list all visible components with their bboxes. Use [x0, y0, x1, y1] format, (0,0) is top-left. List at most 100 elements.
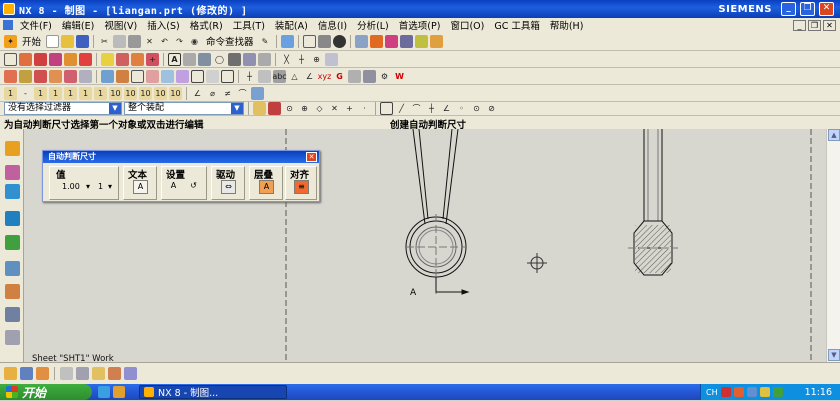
- assembly-navigator-icon[interactable]: [5, 141, 20, 156]
- select-icon[interactable]: [4, 367, 17, 380]
- snap-endpoint-icon[interactable]: [268, 102, 281, 115]
- part-navigator-icon[interactable]: [5, 184, 20, 199]
- base-view-icon[interactable]: [19, 52, 32, 66]
- gear-icon[interactable]: ⚙: [378, 70, 391, 83]
- dim-dash-icon[interactable]: -: [19, 87, 32, 100]
- symbol-icon[interactable]: [116, 69, 129, 83]
- style-button[interactable]: A: [166, 180, 181, 194]
- process-studio-icon[interactable]: [5, 307, 20, 322]
- target-point-icon[interactable]: [146, 69, 159, 83]
- angle-icon[interactable]: ∠: [303, 70, 316, 83]
- rod-front-view[interactable]: [405, 129, 470, 295]
- web-browser-icon[interactable]: [5, 211, 20, 226]
- minimize-button[interactable]: _: [781, 2, 796, 16]
- reset-button[interactable]: ↺: [186, 180, 201, 194]
- datum-icon[interactable]: [198, 52, 211, 66]
- note-icon[interactable]: A: [168, 52, 181, 66]
- dim-radius-icon[interactable]: ⌒: [236, 87, 249, 100]
- table-icon[interactable]: [258, 52, 271, 66]
- balloon-icon[interactable]: ◯: [213, 53, 226, 66]
- menu-tools[interactable]: 工具(T): [228, 18, 270, 32]
- view-boundary-icon[interactable]: [116, 52, 129, 66]
- select-all-icon[interactable]: [253, 102, 266, 115]
- new-file-icon[interactable]: [46, 34, 60, 48]
- antivirus-icon[interactable]: [720, 387, 731, 397]
- driving-button[interactable]: ⇔: [221, 180, 236, 194]
- mdi-minimize-button[interactable]: _: [793, 19, 806, 31]
- save-icon[interactable]: [76, 34, 90, 48]
- paste-icon[interactable]: [128, 34, 142, 48]
- system-materials-icon[interactable]: [5, 284, 20, 299]
- dim-chamfer-icon[interactable]: ≠: [221, 87, 234, 100]
- view-icon[interactable]: [20, 367, 33, 380]
- scroll-down-icon[interactable]: ▼: [828, 349, 840, 361]
- taskbar-item-nx[interactable]: NX 8 - 制图...: [139, 385, 287, 399]
- menu-assembly[interactable]: 装配(A): [270, 18, 313, 32]
- tolerance-dropdown[interactable]: 1: [98, 182, 103, 191]
- dim-fit-k7-icon[interactable]: 10: [139, 86, 152, 100]
- dim-fit-h7-icon[interactable]: 10: [109, 86, 122, 100]
- snap-existing-icon[interactable]: +: [343, 102, 356, 115]
- volume-icon[interactable]: [759, 387, 770, 397]
- menu-help[interactable]: 帮助(H): [545, 18, 589, 32]
- nx-menu-icon[interactable]: [3, 20, 13, 30]
- projected-view-icon[interactable]: [34, 52, 47, 66]
- select-curve-icon[interactable]: ⌒: [410, 102, 423, 115]
- nx-web-icon[interactable]: W: [393, 70, 406, 83]
- reset-icon[interactable]: G: [333, 70, 346, 83]
- selection-filter-dropdown[interactable]: 没有选择过滤器 ▼: [4, 102, 122, 115]
- graphics-window[interactable]: A 自动判断尺寸 ✕ 值 1.00 ▾ 1 ▾ 文本 A 设置 A ↺ 驱动 ⇔…: [24, 129, 826, 362]
- update-icon[interactable]: [733, 387, 744, 397]
- offset-icon[interactable]: [64, 69, 77, 83]
- network-icon[interactable]: [746, 387, 757, 397]
- snap-quadrant-icon[interactable]: ◇: [313, 102, 326, 115]
- fillet-icon[interactable]: [34, 69, 47, 83]
- dim-tolerance-1-icon[interactable]: 1: [34, 86, 47, 100]
- select-line-icon[interactable]: ╱: [395, 102, 408, 115]
- menu-window[interactable]: 窗口(O): [445, 18, 489, 32]
- text-editor-button[interactable]: A: [133, 180, 148, 194]
- dim-limit-icon[interactable]: 1: [79, 86, 92, 100]
- ie-icon[interactable]: [98, 386, 110, 398]
- security-icon[interactable]: [772, 387, 783, 397]
- new-sheet-icon[interactable]: [4, 52, 17, 66]
- move-icon[interactable]: [76, 367, 89, 380]
- select-ortho-icon[interactable]: ┼: [425, 102, 438, 115]
- mdi-close-button[interactable]: ✕: [823, 19, 836, 31]
- section-view-icon[interactable]: [49, 52, 62, 66]
- measure-icon[interactable]: [384, 34, 398, 48]
- id-symbol-icon[interactable]: [131, 69, 144, 83]
- open-folder-icon[interactable]: [61, 34, 75, 48]
- start-menu-button[interactable]: 开始: [0, 384, 92, 400]
- delete-icon[interactable]: ✕: [143, 35, 156, 48]
- lock-icon[interactable]: [60, 367, 73, 380]
- snap-center-icon[interactable]: ⊕: [298, 102, 311, 115]
- constraint-navigator-icon[interactable]: [5, 165, 20, 180]
- mdi-restore-button[interactable]: ❐: [808, 19, 821, 31]
- feature-frame-icon[interactable]: [183, 52, 196, 66]
- redo-icon[interactable]: ↷: [173, 35, 186, 48]
- zoom-icon[interactable]: [124, 367, 137, 380]
- undo-icon[interactable]: ↶: [158, 35, 171, 48]
- copy-icon[interactable]: [113, 34, 127, 48]
- assembly-icon[interactable]: [36, 367, 49, 380]
- snap-midpoint-icon[interactable]: ⊙: [283, 102, 296, 115]
- wcs-icon[interactable]: [369, 34, 383, 48]
- select-tangent-icon[interactable]: ⊘: [485, 102, 498, 115]
- close-button[interactable]: ✕: [819, 2, 834, 16]
- snap-icon[interactable]: [280, 34, 294, 48]
- dim-tolerance-3-icon[interactable]: 1: [64, 86, 77, 100]
- precision-dropdown[interactable]: 1.00: [62, 182, 80, 191]
- rectangle-icon[interactable]: [325, 52, 338, 66]
- image-icon[interactable]: [191, 69, 204, 83]
- sheet-icon[interactable]: [414, 34, 428, 48]
- dim-bilateral-icon[interactable]: 1: [94, 86, 107, 100]
- explorer-icon[interactable]: [113, 386, 125, 398]
- roles-icon[interactable]: [5, 330, 20, 345]
- clock-icon[interactable]: [5, 261, 20, 276]
- rotate-icon[interactable]: [108, 367, 121, 380]
- format-painter-icon[interactable]: [206, 69, 219, 83]
- broken-view-icon[interactable]: [79, 52, 92, 66]
- menu-file[interactable]: 文件(F): [15, 18, 57, 32]
- rod-section-view[interactable]: [628, 129, 678, 276]
